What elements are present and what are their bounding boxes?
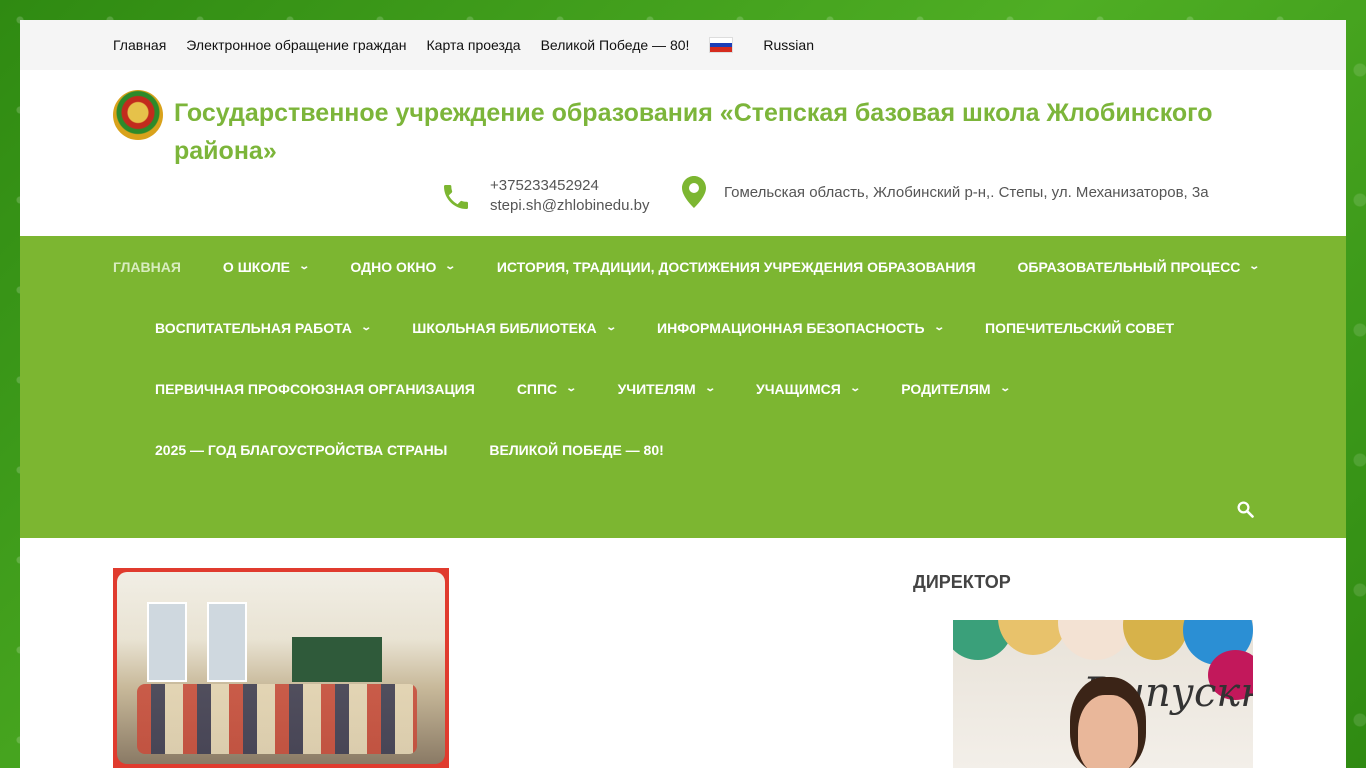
nav-label: Великой Победе — 80!	[489, 441, 664, 458]
nav-item-one-window[interactable]: Одно окно ⌄	[350, 258, 457, 275]
nav-item-library[interactable]: Школьная библиотека ⌄	[412, 319, 617, 336]
chevron-down-icon: ⌄	[360, 322, 372, 333]
nav-item-teachers[interactable]: Учителям ⌄	[617, 380, 716, 397]
nav-label: 2025 — год благоустройства страны	[155, 441, 448, 458]
nav-label: Родителям	[901, 380, 991, 397]
map-pin-icon	[682, 176, 706, 208]
language-selector[interactable]: Russian	[763, 37, 814, 53]
chevron-down-icon: ⌄	[998, 383, 1011, 394]
chevron-down-icon: ⌄	[444, 261, 457, 272]
russian-flag-icon[interactable]	[709, 37, 734, 53]
top-link-victory[interactable]: Великой Победе — 80!	[541, 37, 690, 53]
nav-item-board[interactable]: Попечительский совет	[985, 320, 1174, 336]
nav-row: Воспитательная работа ⌄ Школьная библиоте…	[113, 297, 1346, 358]
nav-item-education-process[interactable]: Образовательный процесс ⌄	[1017, 258, 1261, 275]
chevron-down-icon: ⌄	[1248, 261, 1261, 272]
news-image[interactable]	[113, 568, 449, 768]
nav-item-victory[interactable]: Великой Победе — 80!	[489, 442, 663, 458]
nav-item-spps[interactable]: СППС ⌄	[516, 380, 578, 397]
nav-label: СППС	[516, 380, 558, 397]
contact-address-block: Гомельская область, Жлобинский р-н,. Сте…	[682, 176, 1209, 208]
nav-item-about[interactable]: О школе ⌄	[222, 258, 311, 275]
top-link-map[interactable]: Карта проезда	[427, 37, 521, 53]
nav-label: Одно окно	[350, 258, 437, 275]
nav-label: Учителям	[617, 380, 696, 397]
nav-item-union[interactable]: Первичная профсоюзная организация	[155, 381, 475, 397]
nav-label: Воспитательная работа	[155, 319, 352, 336]
nav-row: Первичная профсоюзная организация СППС ⌄ …	[113, 358, 1346, 419]
sidebar-title: ДИРЕКТОР	[913, 572, 1011, 592]
director-photo[interactable]: Выпускн	[953, 620, 1253, 768]
nav-item-home[interactable]: Главная	[113, 259, 181, 275]
chevron-down-icon: ⌄	[565, 383, 578, 394]
top-bar: Главная Электронное обращение граждан Ка…	[20, 20, 1346, 70]
nav-item-info-security[interactable]: Информационная безопасность ⌄	[657, 319, 945, 336]
site-title[interactable]: Государственное учреждение образования «…	[174, 94, 1254, 170]
page: Главная Электронное обращение граждан Ка…	[20, 20, 1346, 768]
nav-item-year-2025[interactable]: 2025 — год благоустройства страны	[155, 442, 447, 458]
chevron-down-icon: ⌄	[849, 383, 861, 394]
nav-label: Главная	[113, 258, 181, 275]
nav-label: Информационная безопасность	[657, 319, 925, 336]
nav-label: Учащимся	[756, 380, 841, 397]
main-navigation: Главная О школе ⌄ Одно окно ⌄ История, тра…	[20, 236, 1346, 538]
nav-row: 2025 — год благоустройства страны Велико…	[113, 419, 1346, 480]
nav-label: Образовательный процесс	[1017, 258, 1241, 275]
emblem-logo-icon[interactable]	[113, 90, 163, 140]
contact-phone-block: +375233452924 stepi.sh@zhlobinedu.by	[440, 176, 650, 216]
classroom-photo	[117, 572, 445, 764]
chevron-down-icon: ⌄	[932, 322, 945, 333]
nav-item-parents[interactable]: Родителям ⌄	[901, 380, 1011, 397]
nav-label: Попечительский совет	[985, 319, 1175, 336]
chevron-down-icon: ⌄	[298, 261, 311, 272]
nav-label: Школьная библиотека	[412, 319, 597, 336]
nav-item-students[interactable]: Учащимся ⌄	[756, 380, 861, 397]
chevron-down-icon: ⌄	[703, 383, 716, 394]
phone-icon	[444, 185, 468, 209]
phone-number[interactable]: +375233452924	[490, 176, 650, 196]
top-link-home[interactable]: Главная	[113, 37, 166, 53]
email-address[interactable]: stepi.sh@zhlobinedu.by	[490, 196, 650, 216]
search-icon[interactable]	[1236, 500, 1254, 518]
site-header: Государственное учреждение образования «…	[20, 70, 1346, 236]
nav-label: О школе	[222, 258, 291, 275]
nav-item-history[interactable]: История, традиции, достижения учреждения…	[497, 259, 976, 275]
nav-row: Главная О школе ⌄ Одно окно ⌄ История, тра…	[113, 236, 1346, 297]
nav-item-upbringing[interactable]: Воспитательная работа ⌄	[155, 319, 372, 336]
chevron-down-icon: ⌄	[604, 322, 617, 333]
nav-label: Первичная профсоюзная организация	[155, 380, 475, 397]
address-text: Гомельская область, Жлобинский р-н,. Сте…	[724, 183, 1209, 201]
nav-label: История, традиции, достижения учреждения…	[496, 258, 976, 275]
top-link-appeal[interactable]: Электронное обращение граждан	[186, 37, 406, 53]
